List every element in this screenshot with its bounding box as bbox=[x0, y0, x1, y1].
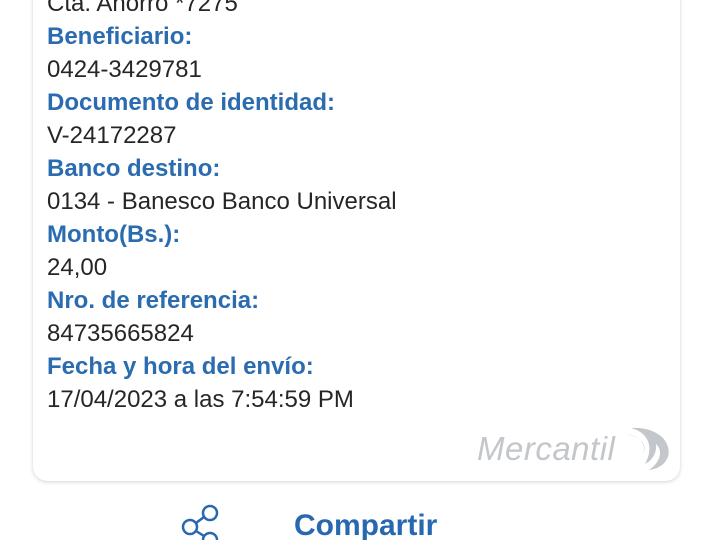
amount-value: 24,00 bbox=[47, 254, 108, 281]
mercantil-logo: Mercantil bbox=[477, 424, 677, 476]
share-button[interactable]: Compartir bbox=[160, 500, 480, 540]
destination-bank-label: Banco destino: bbox=[47, 155, 221, 182]
account-line: Cta. Ahorro *7275 bbox=[47, 0, 238, 17]
reference-number-value: 84735665824 bbox=[47, 320, 194, 347]
amount-label: Monto(Bs.): bbox=[47, 221, 181, 248]
id-document-label: Documento de identidad: bbox=[47, 89, 335, 116]
beneficiary-label: Beneficiario: bbox=[47, 23, 193, 50]
mercantil-logo-icon bbox=[627, 427, 669, 470]
destination-bank-value: 0134 - Banesco Banco Universal bbox=[47, 188, 397, 215]
share-label: Compartir bbox=[294, 509, 438, 540]
id-document-value: V-24172287 bbox=[47, 122, 177, 149]
send-datetime-value: 17/04/2023 a las 7:54:59 PM bbox=[47, 386, 354, 413]
beneficiary-value: 0424-3429781 bbox=[47, 56, 202, 83]
transfer-receipt-screen: Cta. Ahorro *7275 Beneficiario: 0424-342… bbox=[0, 0, 720, 540]
reference-number-label: Nro. de referencia: bbox=[47, 287, 260, 314]
share-icon bbox=[181, 504, 219, 540]
send-datetime-label: Fecha y hora del envío: bbox=[47, 353, 314, 380]
mercantil-logo-text: Mercantil bbox=[477, 430, 616, 467]
